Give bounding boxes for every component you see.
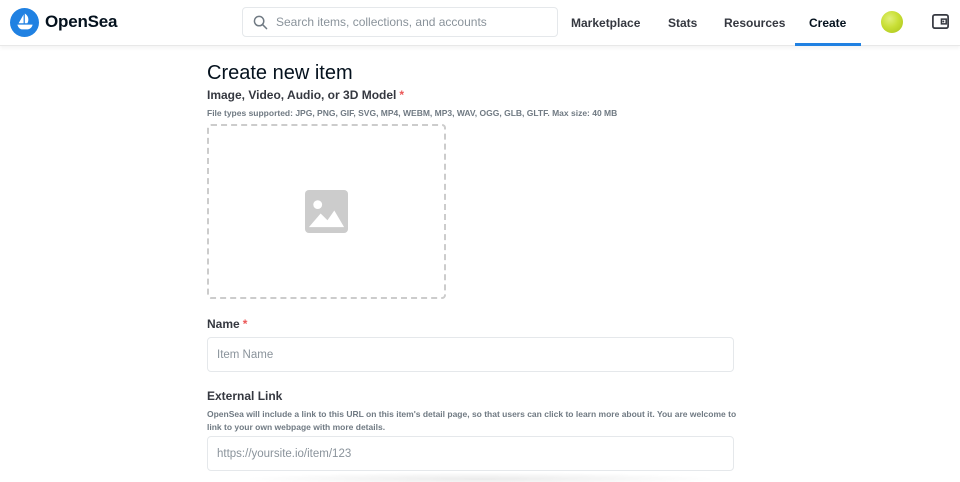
media-help-text: File types supported: JPG, PNG, GIF, SVG…: [207, 108, 618, 118]
active-nav-indicator: [795, 43, 861, 46]
media-upload-dropzone[interactable]: [207, 124, 446, 299]
avatar-icon[interactable]: [881, 11, 903, 33]
nav-stats[interactable]: Stats: [668, 0, 697, 46]
external-link-input[interactable]: [217, 447, 717, 460]
required-asterisk: *: [242, 317, 248, 331]
brand-name: OpenSea: [45, 12, 118, 31]
media-label-text: Image, Video, Audio, or 3D Model: [207, 88, 397, 102]
opensea-logo-icon: [10, 7, 39, 37]
page-title: Create new item: [207, 62, 353, 84]
image-placeholder-icon: [305, 190, 348, 233]
search-bar[interactable]: [242, 7, 558, 37]
nav-resources[interactable]: Resources: [724, 0, 785, 46]
top-navbar: OpenSea Marketplace Stats Resources Crea…: [0, 0, 960, 46]
media-field-label: Image, Video, Audio, or 3D Model *: [207, 88, 404, 102]
nav-marketplace[interactable]: Marketplace: [571, 0, 640, 46]
name-field[interactable]: [207, 337, 734, 372]
name-field-label: Name *: [207, 317, 247, 331]
brand-logo-link[interactable]: OpenSea: [10, 7, 117, 37]
wallet-icon[interactable]: [931, 12, 950, 31]
name-input[interactable]: [217, 348, 717, 361]
external-link-help-text: OpenSea will include a link to this URL …: [207, 409, 737, 432]
external-link-label: External Link: [207, 389, 283, 403]
search-input[interactable]: [276, 15, 546, 29]
name-label-text: Name: [207, 317, 240, 331]
bottom-fade: [240, 472, 720, 482]
nav-create[interactable]: Create: [809, 0, 846, 46]
external-link-field[interactable]: [207, 436, 734, 471]
required-asterisk: *: [399, 88, 405, 102]
search-icon: [253, 15, 268, 29]
